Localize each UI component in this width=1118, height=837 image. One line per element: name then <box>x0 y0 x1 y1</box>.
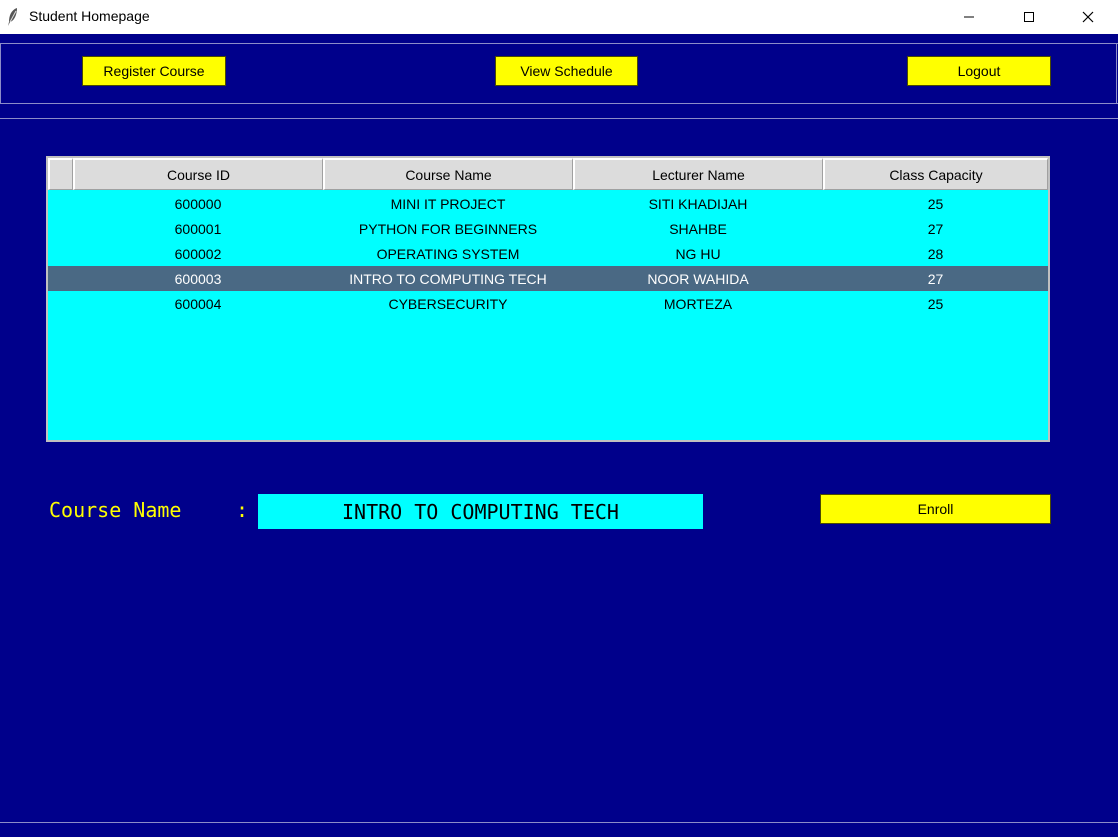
cell-lecturer-name: NG HU <box>675 245 721 262</box>
window-title: Student Homepage <box>29 8 150 24</box>
cell-course-id: 600004 <box>174 295 222 312</box>
toolbar-top-border <box>0 43 1118 44</box>
cell-course-name: PYTHON FOR BEGINNERS <box>358 220 538 237</box>
logout-button[interactable]: Logout <box>907 56 1051 86</box>
feather-icon <box>6 7 20 27</box>
cell-course-id: 600002 <box>174 245 222 262</box>
course-table[interactable]: Course ID Course Name Lecturer Name Clas… <box>46 156 1050 442</box>
table-header: Course ID Course Name Lecturer Name Clas… <box>48 158 1048 190</box>
header-tree-column[interactable] <box>48 158 73 190</box>
cell-course-id: 600000 <box>174 195 222 212</box>
course-name-label: Course Name <box>49 498 182 522</box>
table-row[interactable]: 600002 OPERATING SYSTEM NG HU 28 <box>48 241 1048 266</box>
content-top-border <box>0 118 1118 119</box>
minimize-button[interactable] <box>946 0 992 34</box>
cell-class-capacity: 27 <box>927 270 944 287</box>
toolbar-bottom-border <box>0 103 1118 104</box>
content-bottom-border <box>0 822 1118 823</box>
toolbar-right-border <box>1116 43 1117 104</box>
cell-lecturer-name: NOOR WAHIDA <box>647 270 749 287</box>
cell-course-id: 600003 <box>174 270 222 287</box>
cell-class-capacity: 27 <box>927 220 944 237</box>
header-course-id[interactable]: Course ID <box>73 158 323 190</box>
cell-class-capacity: 25 <box>927 295 944 312</box>
cell-course-id: 600001 <box>174 220 222 237</box>
maximize-icon <box>1023 11 1035 23</box>
enroll-button[interactable]: Enroll <box>820 494 1051 524</box>
table-row-selected[interactable]: 600003 INTRO TO COMPUTING TECH NOOR WAHI… <box>48 266 1048 291</box>
minimize-icon <box>963 11 975 23</box>
course-name-colon: : <box>236 498 249 522</box>
view-schedule-button[interactable]: View Schedule <box>495 56 638 86</box>
cell-lecturer-name: SHAHBE <box>669 220 727 237</box>
cell-class-capacity: 28 <box>927 245 944 262</box>
table-row[interactable]: 600004 CYBERSECURITY MORTEZA 25 <box>48 291 1048 316</box>
cell-course-name: MINI IT PROJECT <box>390 195 506 212</box>
table-row[interactable]: 600000 MINI IT PROJECT SITI KHADIJAH 25 <box>48 191 1048 216</box>
register-course-button[interactable]: Register Course <box>82 56 226 86</box>
close-icon <box>1082 11 1094 23</box>
course-name-field[interactable]: INTRO TO COMPUTING TECH <box>258 494 703 529</box>
cell-class-capacity: 25 <box>927 195 944 212</box>
header-lecturer-name[interactable]: Lecturer Name <box>573 158 823 190</box>
cell-course-name: CYBERSECURITY <box>388 295 508 312</box>
title-bar: Student Homepage <box>0 0 1118 34</box>
cell-lecturer-name: MORTEZA <box>663 295 733 312</box>
cell-course-name: INTRO TO COMPUTING TECH <box>349 270 547 287</box>
header-course-name[interactable]: Course Name <box>323 158 573 190</box>
cell-lecturer-name: SITI KHADIJAH <box>648 195 748 212</box>
header-class-capacity[interactable]: Class Capacity <box>823 158 1048 190</box>
cell-course-name: OPERATING SYSTEM <box>376 245 520 262</box>
close-button[interactable] <box>1065 0 1111 34</box>
toolbar-left-border <box>0 43 1 104</box>
table-row[interactable]: 600001 PYTHON FOR BEGINNERS SHAHBE 27 <box>48 216 1048 241</box>
maximize-button[interactable] <box>1006 0 1052 34</box>
